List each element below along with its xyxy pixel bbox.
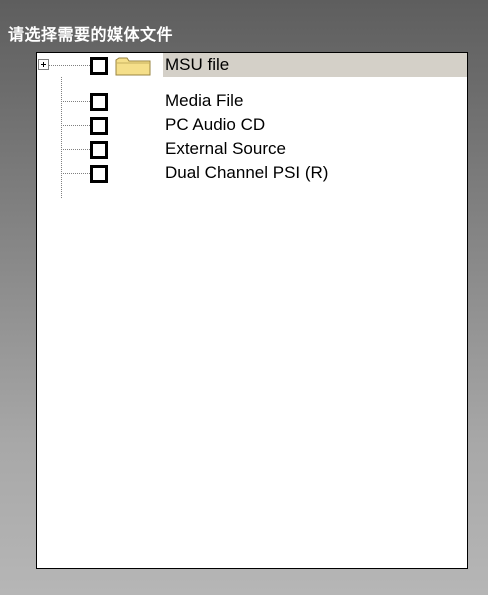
media-file-tree[interactable]: MSU file Media File PC Audio CD External… <box>36 52 468 569</box>
folder-icon <box>115 57 151 76</box>
tree-item-label: External Source <box>165 139 286 158</box>
panel-title: 请选择需要的媒体文件 <box>8 25 174 44</box>
checkbox-media-file[interactable] <box>90 93 108 111</box>
tree-item-label: MSU file <box>165 55 230 74</box>
tree-item-label: Media File <box>165 91 244 110</box>
tree-item-external-source[interactable]: External Source <box>37 137 467 161</box>
tree-item-pc-audio-cd[interactable]: PC Audio CD <box>37 113 467 137</box>
tree-item-label: Dual Channel PSI (R) <box>165 163 329 182</box>
tree-item-label: PC Audio CD <box>165 115 266 134</box>
tree-item-dual-channel-psi[interactable]: Dual Channel PSI (R) <box>37 161 467 185</box>
tree-item-msu-file[interactable]: MSU file <box>37 53 467 77</box>
checkbox-dual-channel-psi[interactable] <box>90 165 108 183</box>
checkbox-external-source[interactable] <box>90 141 108 159</box>
tree-item-media-file[interactable]: Media File <box>37 89 467 113</box>
checkbox-pc-audio-cd[interactable] <box>90 117 108 135</box>
expand-plus-icon[interactable] <box>38 59 49 70</box>
checkbox-msu-file[interactable] <box>90 57 108 75</box>
